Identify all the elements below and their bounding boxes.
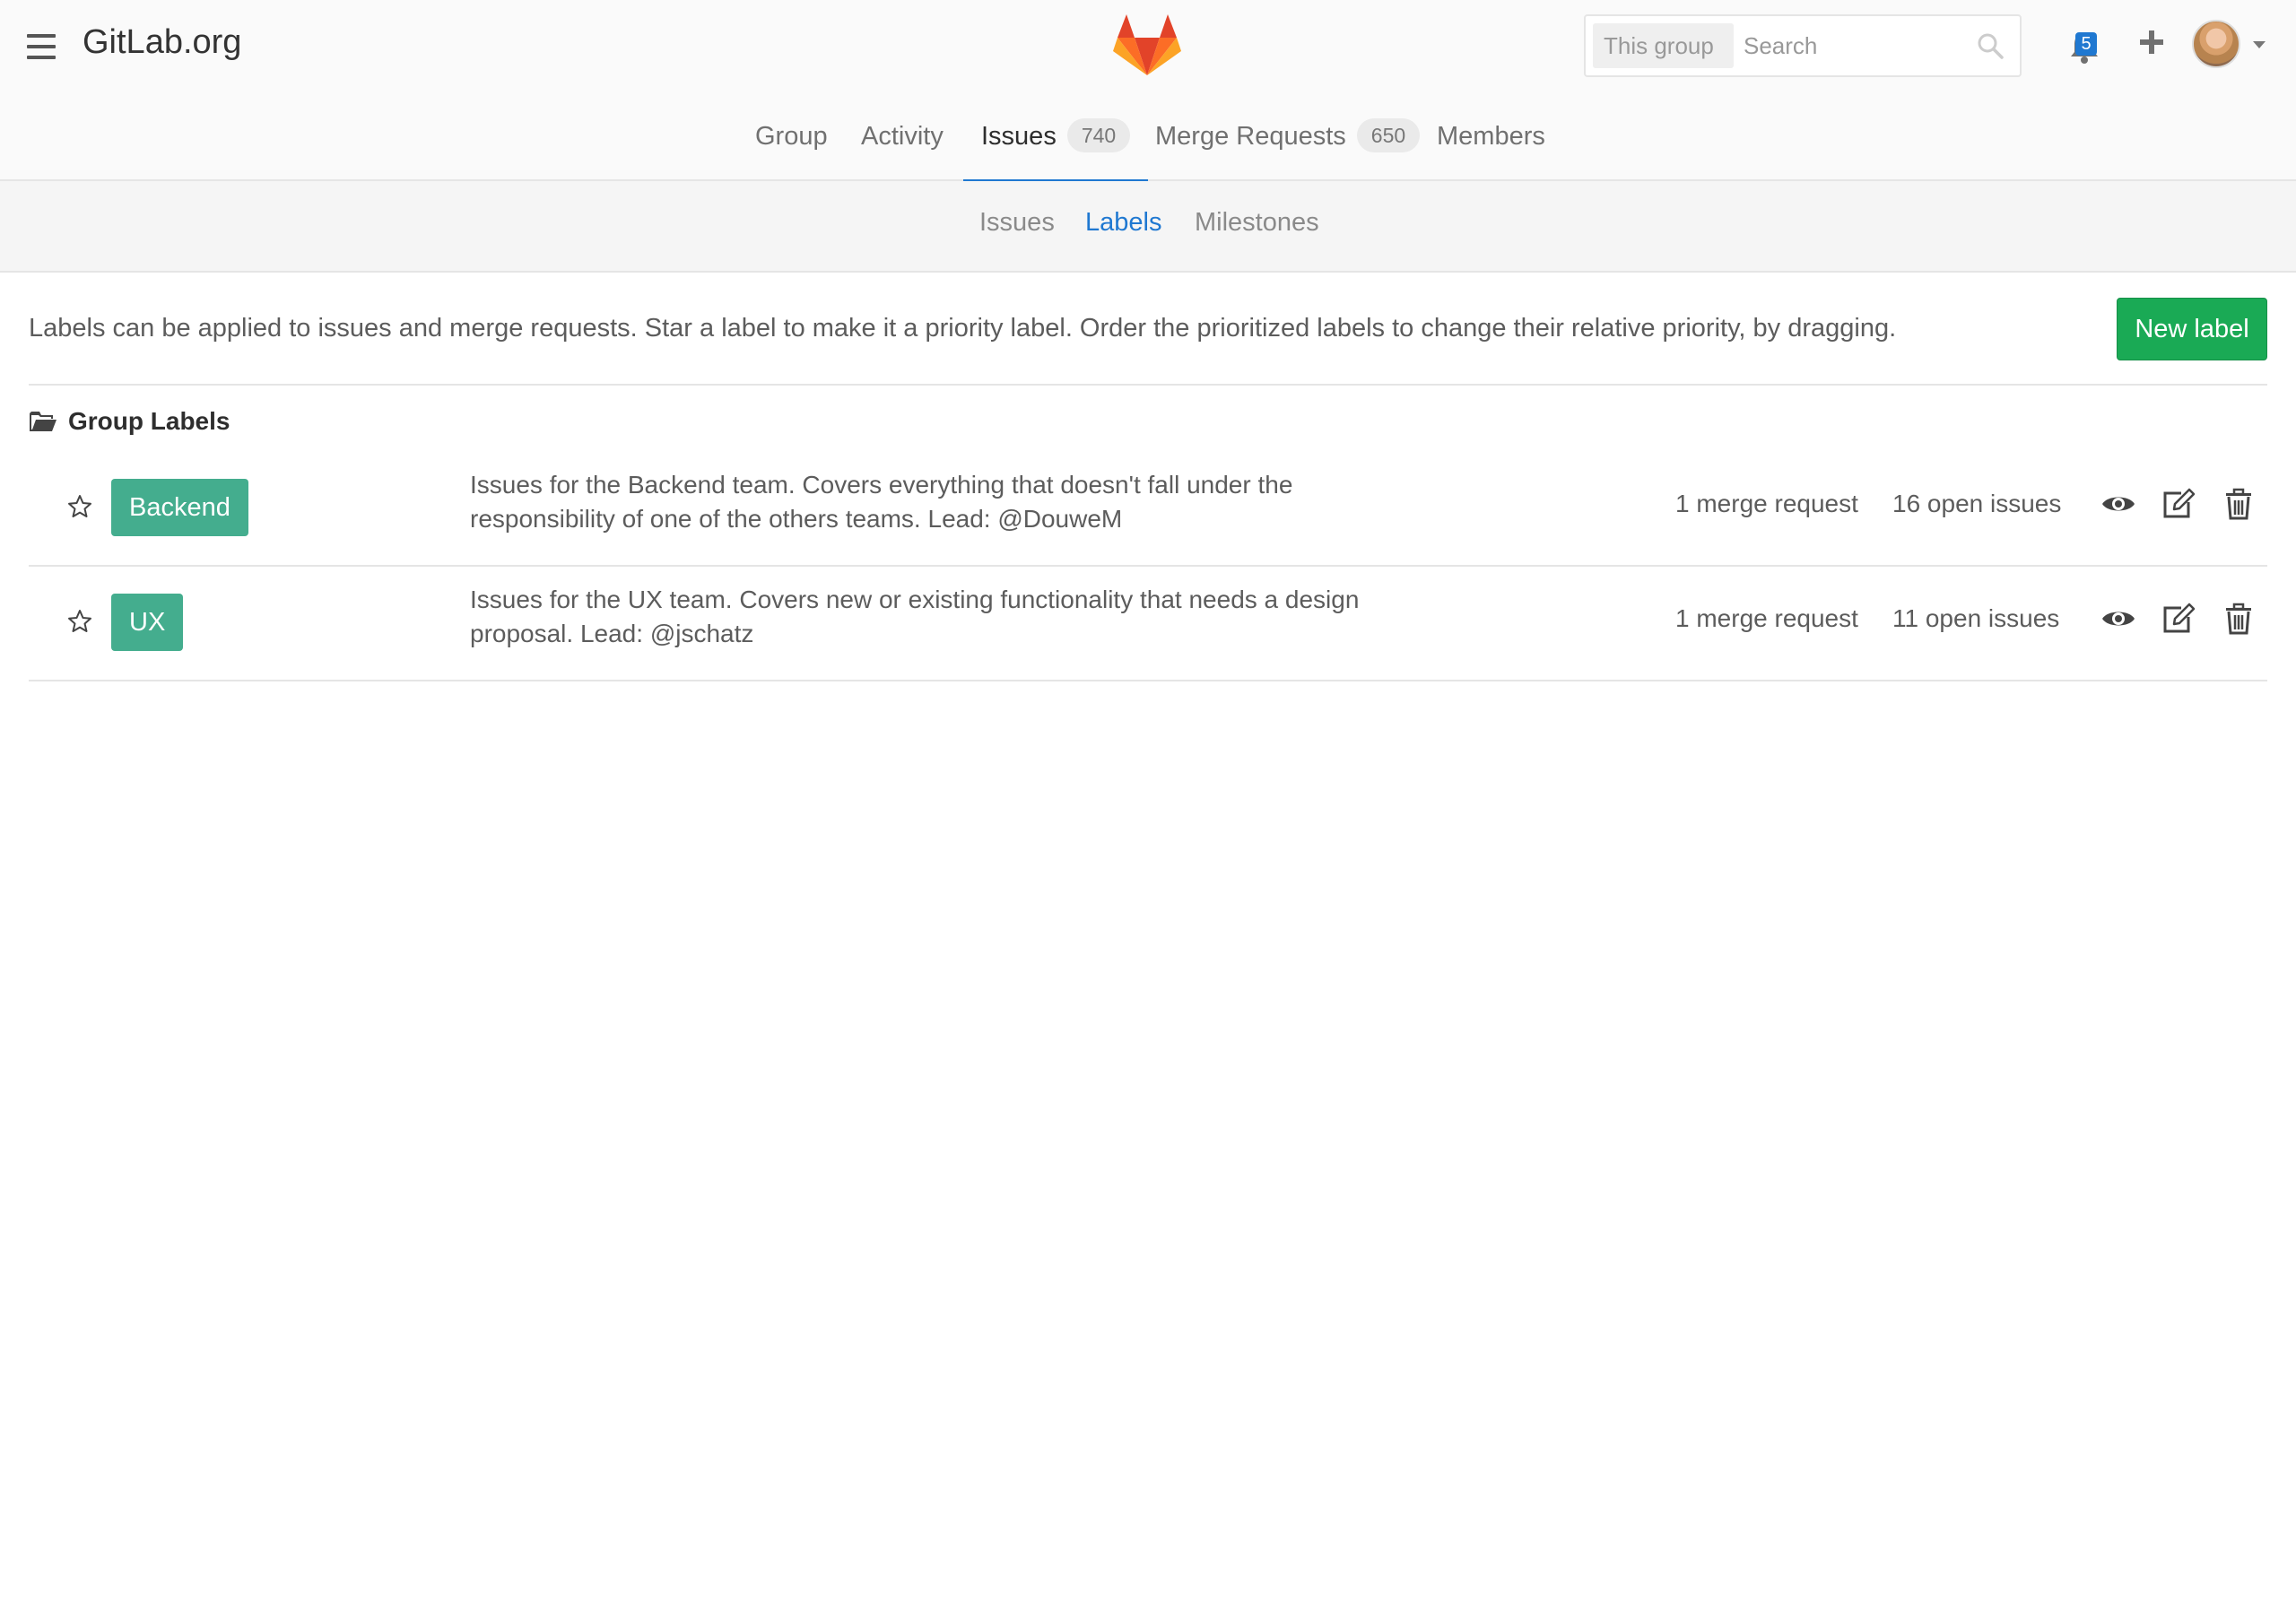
subtab-milestones[interactable]: Milestones [1195,208,1319,238]
label-description: Issues for the Backend team. Covers ever… [470,471,1293,533]
group-labels-heading: Group Labels [29,405,230,438]
search-input[interactable] [1744,23,1968,68]
label-merge-requests-link[interactable]: 1 merge request [1675,490,1858,518]
divider [29,384,2267,386]
edit-icon[interactable] [2160,486,2196,522]
tab-issues[interactable]: Issues 740 [962,104,1149,183]
tab-members[interactable]: Members [1437,104,1545,181]
eye-icon[interactable] [2100,601,2136,637]
label-open-issues-link[interactable]: 11 open issues [1892,604,2059,633]
plus-icon[interactable] [2138,29,2165,56]
folder-open-icon [30,412,57,431]
gitlab-logo[interactable] [1112,14,1182,77]
search-scope-badge[interactable]: This group [1593,23,1734,68]
group-nav: Group Activity Issues 740 Merge Requests 6… [0,104,2296,183]
merge-requests-count-badge: 650 [1356,118,1421,152]
star-icon[interactable] [66,493,93,520]
label-badge[interactable]: Backend [111,479,248,536]
tab-activity[interactable]: Activity [861,104,944,181]
new-label-button[interactable]: New label [2117,298,2267,360]
label-row: UX Issues for the UX team. Covers new or… [29,568,2267,681]
tab-group[interactable]: Group [755,104,828,181]
label-description: Issues for the UX team. Covers new or ex… [470,586,1360,647]
issues-subnav: Issues Labels Milestones [0,181,2296,273]
labels-help-text: Labels can be applied to issues and merg… [29,314,1897,343]
label-merge-requests-link[interactable]: 1 merge request [1675,604,1858,633]
search-box[interactable]: This group [1584,14,2022,77]
star-icon[interactable] [66,608,93,635]
label-row: Backend Issues for the Backend team. Cov… [29,454,2267,567]
group-name[interactable]: GitLab.org [83,23,241,62]
label-badge[interactable]: UX [111,594,184,651]
subtab-issues[interactable]: Issues [979,208,1055,238]
trash-icon[interactable] [2221,486,2257,522]
label-open-issues-link[interactable]: 16 open issues [1892,490,2061,518]
search-icon [1978,33,2004,59]
tab-merge-requests[interactable]: Merge Requests 650 [1155,104,1421,181]
issues-count-badge: 740 [1066,118,1131,152]
menu-icon[interactable] [27,34,56,59]
todos-count-badge: 5 [2075,32,2097,56]
eye-icon[interactable] [2100,486,2136,522]
subtab-labels[interactable]: Labels [1085,208,1161,238]
avatar[interactable] [2192,20,2240,68]
edit-icon[interactable] [2160,601,2196,637]
chevron-down-icon[interactable] [2253,41,2266,48]
trash-icon[interactable] [2221,601,2257,637]
